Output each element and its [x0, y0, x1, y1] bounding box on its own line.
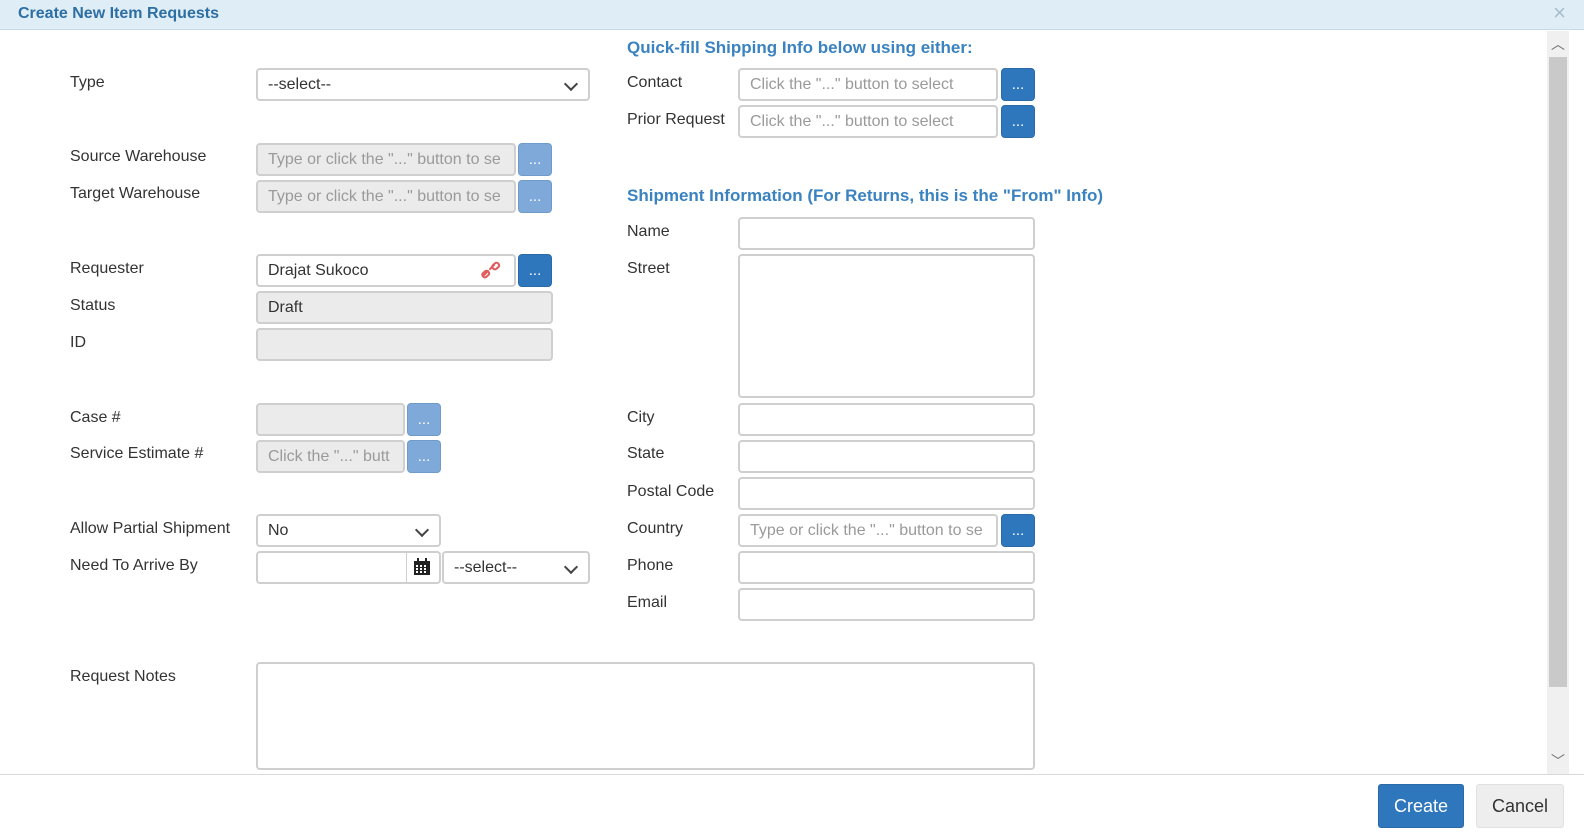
postal-code-label: Postal Code — [627, 483, 715, 500]
dialog-footer: Create Cancel — [0, 774, 1584, 837]
arrive-time-value: --select-- — [454, 559, 518, 576]
source-warehouse-label: Source Warehouse — [70, 148, 207, 165]
allow-partial-select[interactable]: No — [256, 514, 441, 547]
street-textarea[interactable] — [738, 254, 1035, 398]
state-input[interactable] — [738, 440, 1035, 473]
target-warehouse-label: Target Warehouse — [70, 185, 201, 202]
scroll-up-icon[interactable]: ︿ — [1547, 33, 1569, 55]
contact-lookup-button[interactable]: ... — [1001, 68, 1035, 101]
vertical-scrollbar[interactable]: ︿ ﹀ — [1547, 31, 1569, 774]
chevron-down-icon — [563, 559, 579, 575]
country-input[interactable]: Type or click the "..." button to se — [738, 514, 998, 547]
phone-label: Phone — [627, 557, 674, 574]
arrive-date-input[interactable] — [256, 551, 408, 584]
target-warehouse-lookup-button[interactable]: ... — [518, 180, 552, 213]
source-warehouse-input[interactable]: Type or click the "..." button to se — [256, 143, 516, 176]
request-notes-textarea[interactable] — [256, 662, 1035, 770]
prior-request-input[interactable]: Click the "..." button to select — [738, 105, 998, 138]
type-select[interactable]: --select-- — [256, 68, 590, 101]
requester-input[interactable]: Drajat Sukoco — [256, 254, 516, 287]
prior-request-label: Prior Request — [627, 111, 725, 128]
id-label: ID — [70, 334, 86, 351]
calendar-icon — [414, 558, 430, 575]
contact-input[interactable]: Click the "..." button to select — [738, 68, 998, 101]
phone-input[interactable] — [738, 551, 1035, 584]
case-lookup-button[interactable]: ... — [407, 403, 441, 436]
prior-request-lookup-button[interactable]: ... — [1001, 105, 1035, 138]
status-label: Status — [70, 297, 116, 314]
service-estimate-lookup-button[interactable]: ... — [407, 440, 441, 473]
close-icon[interactable]: × — [1553, 0, 1566, 26]
country-lookup-button[interactable]: ... — [1001, 514, 1035, 547]
requester-label: Requester — [70, 260, 144, 277]
email-input[interactable] — [738, 588, 1035, 621]
need-to-arrive-label: Need To Arrive By — [70, 557, 198, 574]
name-input[interactable] — [738, 217, 1035, 250]
type-select-value: --select-- — [268, 76, 332, 93]
dialog-content: Type --select-- Source Warehouse Type or… — [0, 31, 1547, 774]
type-label: Type — [70, 74, 105, 91]
status-field: Draft — [256, 291, 553, 324]
dialog-title: Create New Item Requests — [18, 5, 219, 22]
city-label: City — [627, 409, 655, 426]
requester-value: Drajat Sukoco — [268, 262, 369, 279]
quickfill-heading: Quick-fill Shipping Info below using eit… — [627, 38, 973, 57]
postal-code-input[interactable] — [738, 477, 1035, 510]
request-notes-label: Request Notes — [70, 668, 176, 685]
link-icon[interactable] — [480, 261, 502, 281]
scroll-down-icon[interactable]: ﹀ — [1547, 750, 1569, 772]
country-label: Country — [627, 520, 684, 537]
source-warehouse-lookup-button[interactable]: ... — [518, 143, 552, 176]
allow-partial-value: No — [268, 522, 289, 539]
city-input[interactable] — [738, 403, 1035, 436]
requester-lookup-button[interactable]: ... — [518, 254, 552, 287]
chevron-down-icon — [563, 76, 579, 92]
calendar-button[interactable] — [407, 551, 441, 584]
email-label: Email — [627, 594, 668, 611]
contact-label: Contact — [627, 74, 683, 91]
allow-partial-label: Allow Partial Shipment — [70, 520, 231, 537]
chevron-down-icon — [414, 522, 430, 538]
street-label: Street — [627, 260, 670, 277]
id-field — [256, 328, 553, 361]
case-label: Case # — [70, 409, 121, 426]
cancel-button[interactable]: Cancel — [1476, 784, 1564, 828]
name-label: Name — [627, 223, 670, 240]
arrive-time-select[interactable]: --select-- — [442, 551, 590, 584]
target-warehouse-input[interactable]: Type or click the "..." button to se — [256, 180, 516, 213]
create-button[interactable]: Create — [1378, 784, 1464, 828]
case-input[interactable] — [256, 403, 405, 436]
scrollbar-thumb[interactable] — [1549, 57, 1567, 687]
state-label: State — [627, 445, 665, 462]
dialog-titlebar: Create New Item Requests × — [0, 0, 1584, 30]
service-estimate-input[interactable]: Click the "..." butt — [256, 440, 405, 473]
shipment-heading: Shipment Information (For Returns, this … — [627, 186, 1104, 205]
service-estimate-label: Service Estimate # — [70, 445, 204, 462]
